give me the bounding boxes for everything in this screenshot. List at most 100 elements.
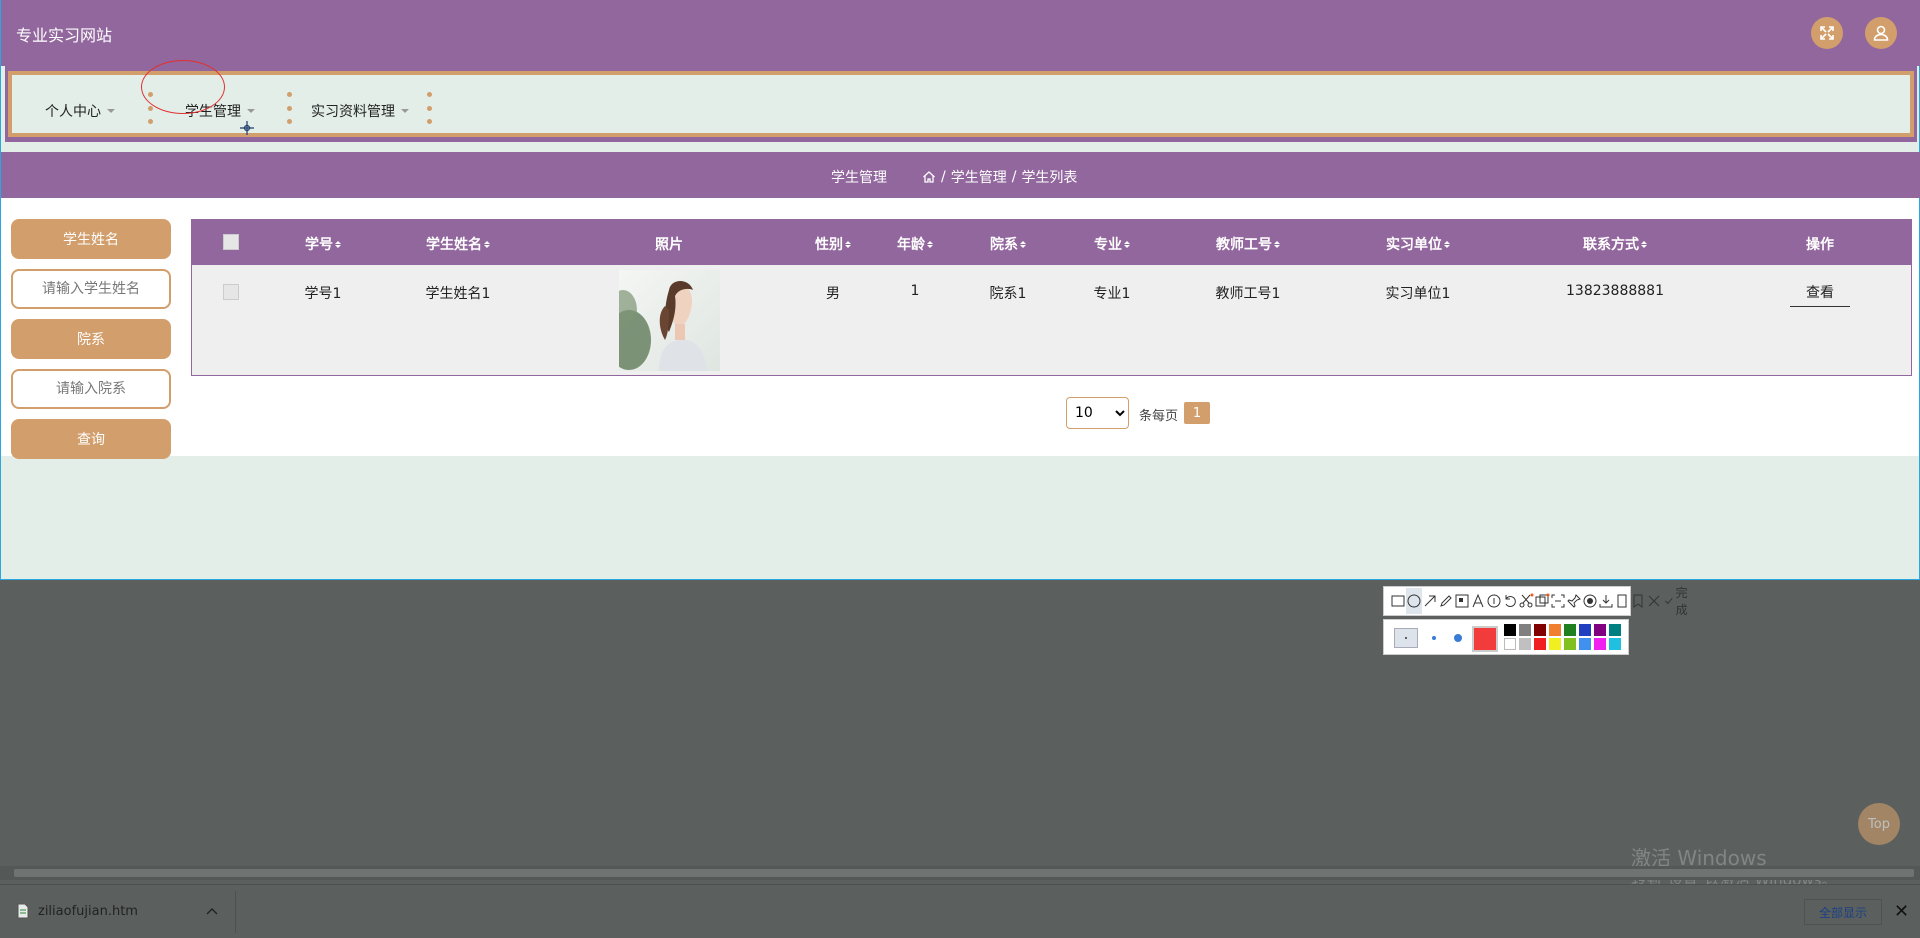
pin-icon[interactable] bbox=[1566, 588, 1582, 614]
row-checkbox[interactable] bbox=[223, 284, 239, 300]
bookmark-icon[interactable] bbox=[1630, 588, 1646, 614]
color-swatch[interactable] bbox=[1534, 638, 1546, 650]
color-swatch[interactable] bbox=[1564, 638, 1576, 650]
per-page-label: 条每页 bbox=[1139, 409, 1179, 424]
nav-item-material-management[interactable]: 实习资料管理 bbox=[311, 101, 409, 121]
cell-student-no: 学号1 bbox=[304, 286, 342, 302]
ellipse-icon[interactable] bbox=[1406, 588, 1422, 614]
fullscreen-button[interactable] bbox=[1811, 17, 1843, 49]
scrollbar-thumb[interactable] bbox=[14, 869, 1914, 877]
brush-size-large[interactable] bbox=[1446, 628, 1470, 648]
cell-teacher-no: 教师工号1 bbox=[1215, 286, 1281, 302]
download-bar: ziliaofujian.htm 全部显示 ✕ bbox=[0, 884, 1920, 938]
column-header[interactable]: 学生姓名 bbox=[426, 234, 490, 254]
arrow-icon[interactable] bbox=[1422, 588, 1438, 614]
snip-palette bbox=[1383, 619, 1629, 655]
column-header[interactable]: 专业 bbox=[1094, 234, 1130, 254]
nav-divider bbox=[427, 92, 432, 124]
brush-size-small[interactable] bbox=[1394, 628, 1418, 648]
chevron-down-icon bbox=[107, 109, 115, 113]
cell-name: 学生姓名1 bbox=[425, 286, 491, 302]
horizontal-scrollbar[interactable] bbox=[0, 866, 1920, 880]
department-input[interactable] bbox=[11, 369, 171, 409]
download-item[interactable]: ziliaofujian.htm bbox=[16, 903, 218, 919]
cell-department: 院系1 bbox=[989, 286, 1027, 302]
snip-toolbar: 完成 bbox=[1383, 586, 1688, 617]
done-button[interactable]: 完成 bbox=[1664, 584, 1692, 618]
sort-icon bbox=[484, 240, 490, 248]
student-name-input[interactable] bbox=[11, 269, 171, 309]
text-icon[interactable] bbox=[1470, 588, 1486, 614]
breadcrumb: / 学生管理 / 学生列表 bbox=[922, 167, 1077, 187]
cell-gender: 男 bbox=[826, 286, 840, 302]
color-swatch[interactable] bbox=[1579, 624, 1591, 636]
annotation-circle bbox=[141, 60, 225, 114]
column-header[interactable]: 联系方式 bbox=[1583, 234, 1647, 254]
breadcrumb-separator: / bbox=[941, 169, 946, 185]
sort-icon bbox=[335, 240, 341, 248]
mosaic-icon[interactable] bbox=[1454, 588, 1470, 614]
show-all-button[interactable]: 全部显示 bbox=[1804, 899, 1882, 925]
download-icon[interactable] bbox=[1598, 588, 1614, 614]
long-screenshot-icon[interactable] bbox=[1614, 588, 1630, 614]
scissors-icon[interactable] bbox=[1518, 588, 1534, 614]
close-icon[interactable]: ✕ bbox=[1894, 901, 1909, 922]
breadcrumb-item[interactable]: 学生管理 bbox=[951, 167, 1007, 187]
ocr-icon[interactable] bbox=[1550, 588, 1566, 614]
record-icon[interactable] bbox=[1582, 588, 1598, 614]
user-button[interactable] bbox=[1865, 17, 1897, 49]
column-header[interactable]: 学号 bbox=[305, 234, 341, 254]
color-swatch[interactable] bbox=[1564, 624, 1576, 636]
current-color-swatch[interactable] bbox=[1472, 626, 1498, 652]
column-header: 操作 bbox=[1806, 237, 1834, 253]
column-header[interactable]: 院系 bbox=[990, 234, 1026, 254]
translate-icon[interactable] bbox=[1534, 588, 1550, 614]
sort-icon bbox=[1444, 240, 1450, 248]
color-swatch[interactable] bbox=[1519, 638, 1531, 650]
close-icon[interactable] bbox=[1646, 588, 1662, 614]
column-header: 照片 bbox=[655, 237, 683, 253]
color-swatch[interactable] bbox=[1609, 624, 1621, 636]
site-title: 专业实习网站 bbox=[16, 26, 113, 45]
color-swatch[interactable] bbox=[1549, 638, 1561, 650]
sort-icon bbox=[1274, 240, 1280, 248]
page-title: 学生管理 bbox=[831, 170, 887, 186]
color-swatch[interactable] bbox=[1504, 624, 1516, 636]
color-swatch[interactable] bbox=[1504, 638, 1516, 650]
number-icon[interactable] bbox=[1486, 588, 1502, 614]
column-header[interactable]: 实习单位 bbox=[1386, 234, 1450, 254]
done-label: 完成 bbox=[1675, 586, 1688, 617]
rectangle-icon[interactable] bbox=[1390, 588, 1406, 614]
view-button[interactable]: 查看 bbox=[1790, 277, 1850, 307]
column-header[interactable]: 性别 bbox=[815, 234, 851, 254]
chevron-up-icon[interactable] bbox=[206, 907, 218, 915]
select-all-checkbox[interactable] bbox=[223, 234, 239, 250]
home-icon[interactable] bbox=[922, 170, 936, 184]
query-button[interactable]: 查询 bbox=[11, 419, 171, 459]
color-swatch[interactable] bbox=[1534, 624, 1546, 636]
pen-icon[interactable] bbox=[1438, 588, 1454, 614]
cell-major: 专业1 bbox=[1093, 286, 1131, 302]
color-swatch[interactable] bbox=[1609, 638, 1621, 650]
brush-size-medium[interactable] bbox=[1422, 628, 1446, 648]
column-header[interactable]: 年龄 bbox=[897, 234, 933, 254]
app-window: 专业实习网站 个人中心 学生管理 实习资料管理 学生管理 / 学生管理 / 学生… bbox=[0, 0, 1920, 580]
color-swatch[interactable] bbox=[1519, 624, 1531, 636]
fullscreen-icon bbox=[1820, 26, 1834, 40]
color-swatch[interactable] bbox=[1594, 624, 1606, 636]
color-swatch[interactable] bbox=[1579, 638, 1591, 650]
back-to-top-button[interactable]: Top bbox=[1858, 803, 1900, 845]
chevron-down-icon bbox=[401, 109, 409, 113]
main-nav: 个人中心 学生管理 实习资料管理 bbox=[5, 66, 1917, 142]
undo-icon[interactable] bbox=[1502, 588, 1518, 614]
sort-icon bbox=[1020, 240, 1026, 248]
cell-phone: 13823888881 bbox=[1566, 283, 1664, 299]
color-swatch[interactable] bbox=[1594, 638, 1606, 650]
page-number-button[interactable]: 1 bbox=[1184, 402, 1210, 424]
top-bar: 专业实习网站 bbox=[1, 0, 1920, 66]
color-swatch[interactable] bbox=[1549, 624, 1561, 636]
page-size-select[interactable]: 10 bbox=[1066, 397, 1129, 429]
department-label: 院系 bbox=[11, 319, 171, 359]
column-header[interactable]: 教师工号 bbox=[1216, 234, 1280, 254]
nav-item-personal-center[interactable]: 个人中心 bbox=[45, 101, 115, 121]
